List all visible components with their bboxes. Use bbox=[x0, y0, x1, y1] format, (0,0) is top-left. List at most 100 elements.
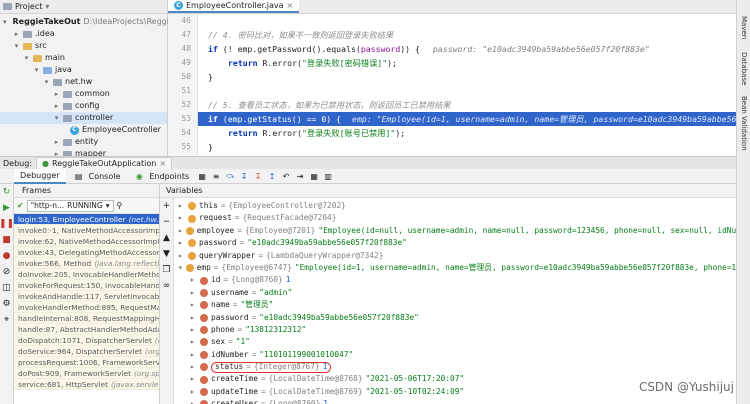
stack-frame[interactable]: doInvoke:205, InvocableHandlerMethod bbox=[14, 269, 159, 280]
chevron-right-icon[interactable]: ▸ bbox=[178, 225, 183, 237]
layout-icon[interactable]: ▦ bbox=[197, 171, 207, 181]
variable-row[interactable]: ▾ emp = {Employee@6747} "Employee(id=1, user… bbox=[174, 262, 736, 274]
tree-item-config[interactable]: ▸ config bbox=[0, 100, 167, 112]
pin-icon[interactable]: ⌖ bbox=[0, 312, 13, 328]
stack-frame[interactable]: invokeAndHandle:117, ServletInvocableHa bbox=[14, 291, 159, 302]
chevron-right-icon[interactable]: ▸ bbox=[178, 237, 185, 249]
chevron-down-icon[interactable]: ▾ bbox=[13, 40, 20, 52]
chevron-right-icon[interactable]: ▸ bbox=[190, 336, 197, 348]
copy-icon[interactable]: ❐ bbox=[160, 262, 173, 278]
align-icon[interactable]: ≡ bbox=[211, 171, 221, 181]
chevron-down-icon[interactable]: ▾ bbox=[53, 112, 60, 124]
chevron-right-icon[interactable]: ▸ bbox=[190, 287, 197, 299]
chevron-right-icon[interactable]: ▸ bbox=[13, 28, 20, 40]
chevron-right-icon[interactable]: ▸ bbox=[178, 212, 185, 224]
close-icon[interactable]: × bbox=[287, 1, 294, 10]
tree-item-common[interactable]: ▸ common bbox=[0, 88, 167, 100]
stack-frame[interactable]: doPost:909, FrameworkServlet(org.spring bbox=[14, 368, 159, 379]
camera-icon[interactable]: ◫ bbox=[0, 280, 13, 296]
glasses-icon[interactable]: ∞ bbox=[160, 278, 173, 294]
thread-select[interactable]: "http-n... RUNNING ▾ bbox=[26, 199, 114, 212]
variable-row[interactable]: ▸ queryWrapper = {LambdaQueryWrapper@7342} bbox=[174, 250, 736, 262]
chevron-right-icon[interactable]: ▸ bbox=[190, 299, 197, 311]
stop-icon[interactable]: ■ bbox=[0, 232, 13, 248]
tab-endpoints[interactable]: ◉ Endpoints bbox=[126, 169, 195, 184]
resume-icon[interactable]: ▶ bbox=[0, 200, 13, 216]
chevron-down-icon[interactable]: ▾ bbox=[178, 262, 183, 274]
tree-item-src[interactable]: ▾ src bbox=[0, 40, 167, 52]
stack-frame[interactable]: invoke:62, NativeMethodAccessorImpl(ja bbox=[14, 236, 159, 247]
remove-watch-icon[interactable]: − bbox=[160, 214, 173, 230]
variable-row[interactable]: ▸ id = {Long@8760} 1 bbox=[174, 274, 736, 286]
variable-row[interactable]: ▸ sex = "1" bbox=[174, 336, 736, 348]
pause-icon[interactable]: ❚❚ bbox=[0, 216, 14, 232]
variable-row[interactable]: ▸ status = {Integer@8767} 1 bbox=[174, 361, 736, 373]
tree-root[interactable]: ▾ ReggieTakeOut D:\IdeaProjects\ReggieTa… bbox=[0, 16, 192, 28]
variable-row[interactable]: ▸ employee = {Employee@7201} "Employee(id=nu… bbox=[174, 225, 736, 237]
tree-item-java[interactable]: ▾ java bbox=[0, 64, 167, 76]
rerun-icon[interactable]: ↻ bbox=[0, 184, 13, 200]
stack-frame[interactable]: login:53, EmployeeController(net.hw.con bbox=[14, 214, 159, 225]
stack-frame[interactable]: handle:87, AbstractHandlerMethodAdapt bbox=[14, 324, 159, 335]
filter-icon[interactable]: ⚲ bbox=[117, 201, 123, 210]
chevron-right-icon[interactable]: ▸ bbox=[178, 200, 185, 212]
move-down-icon[interactable]: ▼ bbox=[160, 246, 173, 262]
drop-frame-icon[interactable]: ↶ bbox=[281, 171, 291, 181]
mute-breakpoints-icon[interactable]: ⊘ bbox=[0, 264, 13, 280]
tree-item-controller[interactable]: ▾ controller bbox=[0, 112, 167, 124]
bean-validation-tab[interactable]: Bean Validation bbox=[740, 96, 748, 151]
variable-row[interactable]: ▸ idNumber = "110101199001010047" bbox=[174, 349, 736, 361]
chevron-right-icon[interactable]: ▸ bbox=[190, 274, 197, 286]
chevron-right-icon[interactable]: ▸ bbox=[190, 386, 197, 398]
grid-icon[interactable]: ▥ bbox=[323, 171, 333, 181]
chevron-right-icon[interactable]: ▸ bbox=[53, 100, 60, 112]
stack-frame[interactable]: doService:964, DispatcherServlet(org.sp bbox=[14, 346, 159, 357]
step-out-icon[interactable]: ↥ bbox=[267, 171, 277, 181]
variable-row[interactable]: ▸ phone = "13812312312" bbox=[174, 324, 736, 336]
variable-row[interactable]: ▸ password = "e10adc3949ba59abbe56e057f20f8… bbox=[174, 237, 736, 249]
chevron-right-icon[interactable]: ▸ bbox=[53, 136, 60, 148]
tab-console[interactable]: ▤ Console bbox=[66, 169, 127, 184]
chevron-down-icon[interactable]: ▾ bbox=[3, 16, 7, 28]
close-icon[interactable]: × bbox=[159, 159, 166, 168]
stack-frame[interactable]: invoke:566, Method (java.lang.reflect) bbox=[14, 258, 159, 269]
code-area[interactable]: 46 47 48 49 50 51 52 53 54 55 56 // 4. 密… bbox=[168, 14, 736, 165]
chevron-right-icon[interactable]: ▸ bbox=[53, 88, 60, 100]
tree-item-main[interactable]: ▾ main bbox=[0, 52, 167, 64]
stack-frame[interactable]: service:681, HttpServlet(javax.servlet.h… bbox=[14, 379, 159, 390]
chevron-down-icon[interactable]: ▾ bbox=[33, 64, 40, 76]
tab-employee-controller[interactable]: C EmployeeController.java × bbox=[168, 0, 300, 13]
stack-frame[interactable]: handleInternal:808, RequestMappingHand bbox=[14, 313, 159, 324]
chevron-down-icon[interactable]: ▾ bbox=[45, 2, 49, 11]
step-into-icon[interactable]: ↧ bbox=[239, 171, 249, 181]
variable-row[interactable]: ▸ createUser = {Long@8760} 1 bbox=[174, 398, 736, 404]
chevron-down-icon[interactable]: ▾ bbox=[43, 76, 50, 88]
maven-tab[interactable]: Maven bbox=[740, 16, 748, 39]
add-watch-icon[interactable]: + bbox=[160, 198, 173, 214]
step-over-icon[interactable]: ⤼ bbox=[225, 171, 235, 181]
evaluate-icon[interactable]: ▦ bbox=[309, 171, 319, 181]
tree-item-entity[interactable]: ▸ entity bbox=[0, 136, 167, 148]
force-step-into-icon[interactable]: ↧ bbox=[253, 171, 263, 181]
variable-row[interactable]: ▸ this = {EmployeeController@7202} bbox=[174, 200, 736, 212]
move-up-icon[interactable]: ▲ bbox=[160, 230, 173, 246]
chevron-right-icon[interactable]: ▸ bbox=[190, 398, 197, 404]
stack-frame[interactable]: doDispatch:1071, DispatcherServlet(org.s bbox=[14, 335, 159, 346]
settings-icon[interactable]: ⚙ bbox=[0, 296, 13, 312]
tree-item-employee-controller[interactable]: C EmployeeController bbox=[0, 124, 167, 136]
chevron-right-icon[interactable]: ▸ bbox=[190, 324, 197, 336]
chevron-down-icon[interactable]: ▾ bbox=[23, 52, 30, 64]
tab-debugger[interactable]: Debugger bbox=[14, 168, 66, 184]
chevron-right-icon[interactable]: ▸ bbox=[190, 373, 197, 385]
project-title[interactable]: Project bbox=[15, 2, 42, 11]
stack-frame[interactable]: invokeHandlerMethod:895, RequestMapp bbox=[14, 302, 159, 313]
chevron-right-icon[interactable]: ▸ bbox=[190, 312, 197, 324]
run-to-cursor-icon[interactable]: ⇥ bbox=[295, 171, 305, 181]
variable-row[interactable]: ▸ request = {RequestFacade@7204} bbox=[174, 212, 736, 224]
stack-frame[interactable]: invoke:43, DelegatingMethodAccessorImpl bbox=[14, 247, 159, 258]
stack-frame[interactable]: invokeForRequest:150, InvocableHandlerM bbox=[14, 280, 159, 291]
variable-row[interactable]: ▸ name = "管理员" bbox=[174, 299, 736, 311]
database-tab[interactable]: Database bbox=[740, 52, 748, 85]
view-breakpoints-icon[interactable]: ● bbox=[0, 248, 13, 264]
variable-row[interactable]: ▸ password = "e10adc3949ba59abbe56e057f20f8… bbox=[174, 312, 736, 324]
